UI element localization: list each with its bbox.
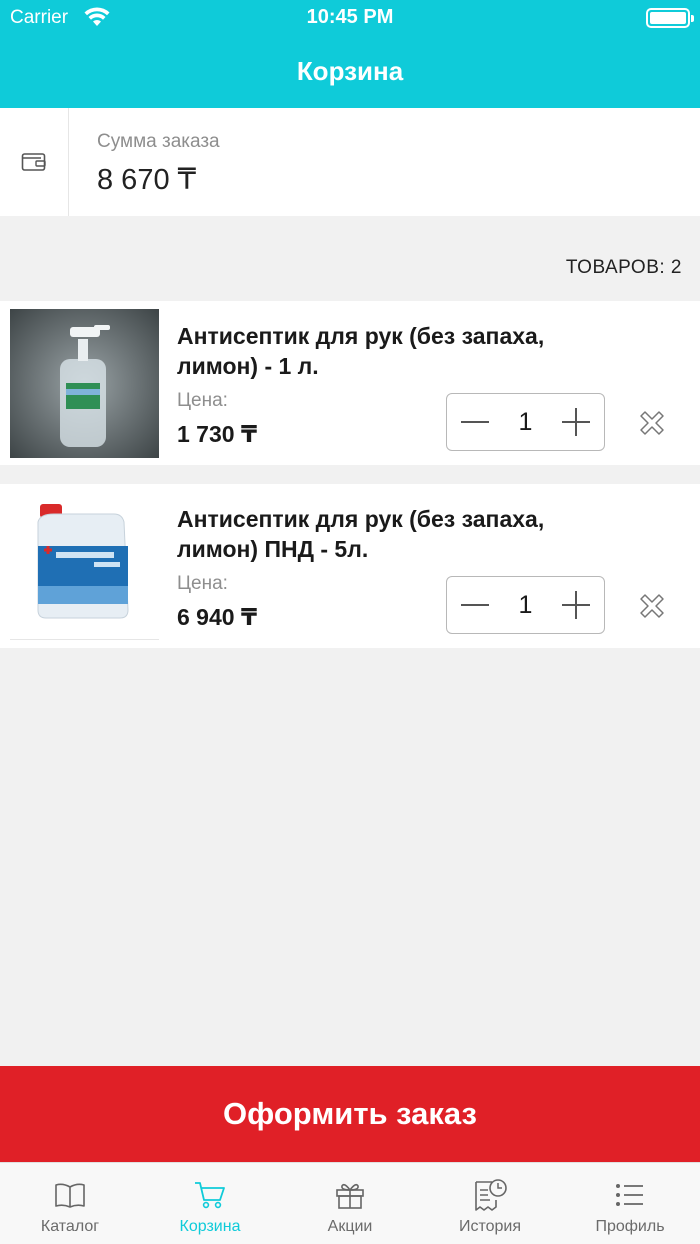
product-image[interactable] [10,309,159,458]
quantity-value: 1 [518,591,533,619]
cart-item: Антисептик для рук (без запаха, лимон) -… [0,301,700,465]
remove-item-icon[interactable] [634,588,670,624]
price-label: Цена: [177,573,228,594]
tab-profile[interactable]: Профиль [560,1163,700,1244]
price-value: 1 730 ₸ [177,421,257,447]
tab-catalog[interactable]: Каталог [0,1163,140,1244]
battery-icon [646,8,694,28]
remove-item-icon[interactable] [634,405,670,441]
status-bar: Carrier 10:45 PM [0,0,700,38]
status-time: 10:45 PM [306,6,394,28]
items-count: ТОВАРОВ: 2 [565,257,682,278]
product-name[interactable]: Антисептик для рук (без запаха, лимон) -… [177,321,617,381]
plus-icon[interactable] [548,394,604,450]
product-image[interactable] [10,492,159,641]
wallet-icon [0,108,69,216]
tab-label: Профиль [595,1218,665,1235]
checkout-button[interactable]: Оформить заказ [0,1066,700,1162]
order-sum-label: Сумма заказа [97,131,220,152]
product-name[interactable]: Антисептик для рук (без запаха, лимон) П… [177,504,617,564]
minus-icon[interactable] [447,394,503,450]
tab-history[interactable]: История [420,1163,560,1244]
list-icon [610,1177,650,1213]
cart-item: Антисептик для рук (без запаха, лимон) П… [0,484,700,648]
navigation-bar: Carrier 10:45 PM Корзина [0,0,700,108]
order-sum-value: 8 670 ₸ [97,164,197,196]
page-title: Корзина [296,56,404,86]
tab-promotions[interactable]: Акции [280,1163,420,1244]
cart-icon [190,1177,230,1213]
price-label: Цена: [177,390,228,411]
tab-label: Корзина [179,1218,241,1235]
tab-cart[interactable]: Корзина [140,1163,280,1244]
minus-icon[interactable] [447,577,503,633]
book-icon [50,1177,90,1213]
price-value: 6 940 ₸ [177,604,257,630]
plus-icon[interactable] [548,577,604,633]
tab-bar: Каталог Корзина Акции История Профиль [0,1162,700,1244]
receipt-clock-icon [470,1177,510,1213]
tab-label: Каталог [40,1218,100,1235]
tab-label: Акции [327,1218,373,1235]
tab-label: История [458,1218,522,1235]
gift-icon [330,1177,370,1213]
quantity-stepper: 1 [446,393,605,451]
quantity-value: 1 [518,408,533,436]
quantity-stepper: 1 [446,576,605,634]
